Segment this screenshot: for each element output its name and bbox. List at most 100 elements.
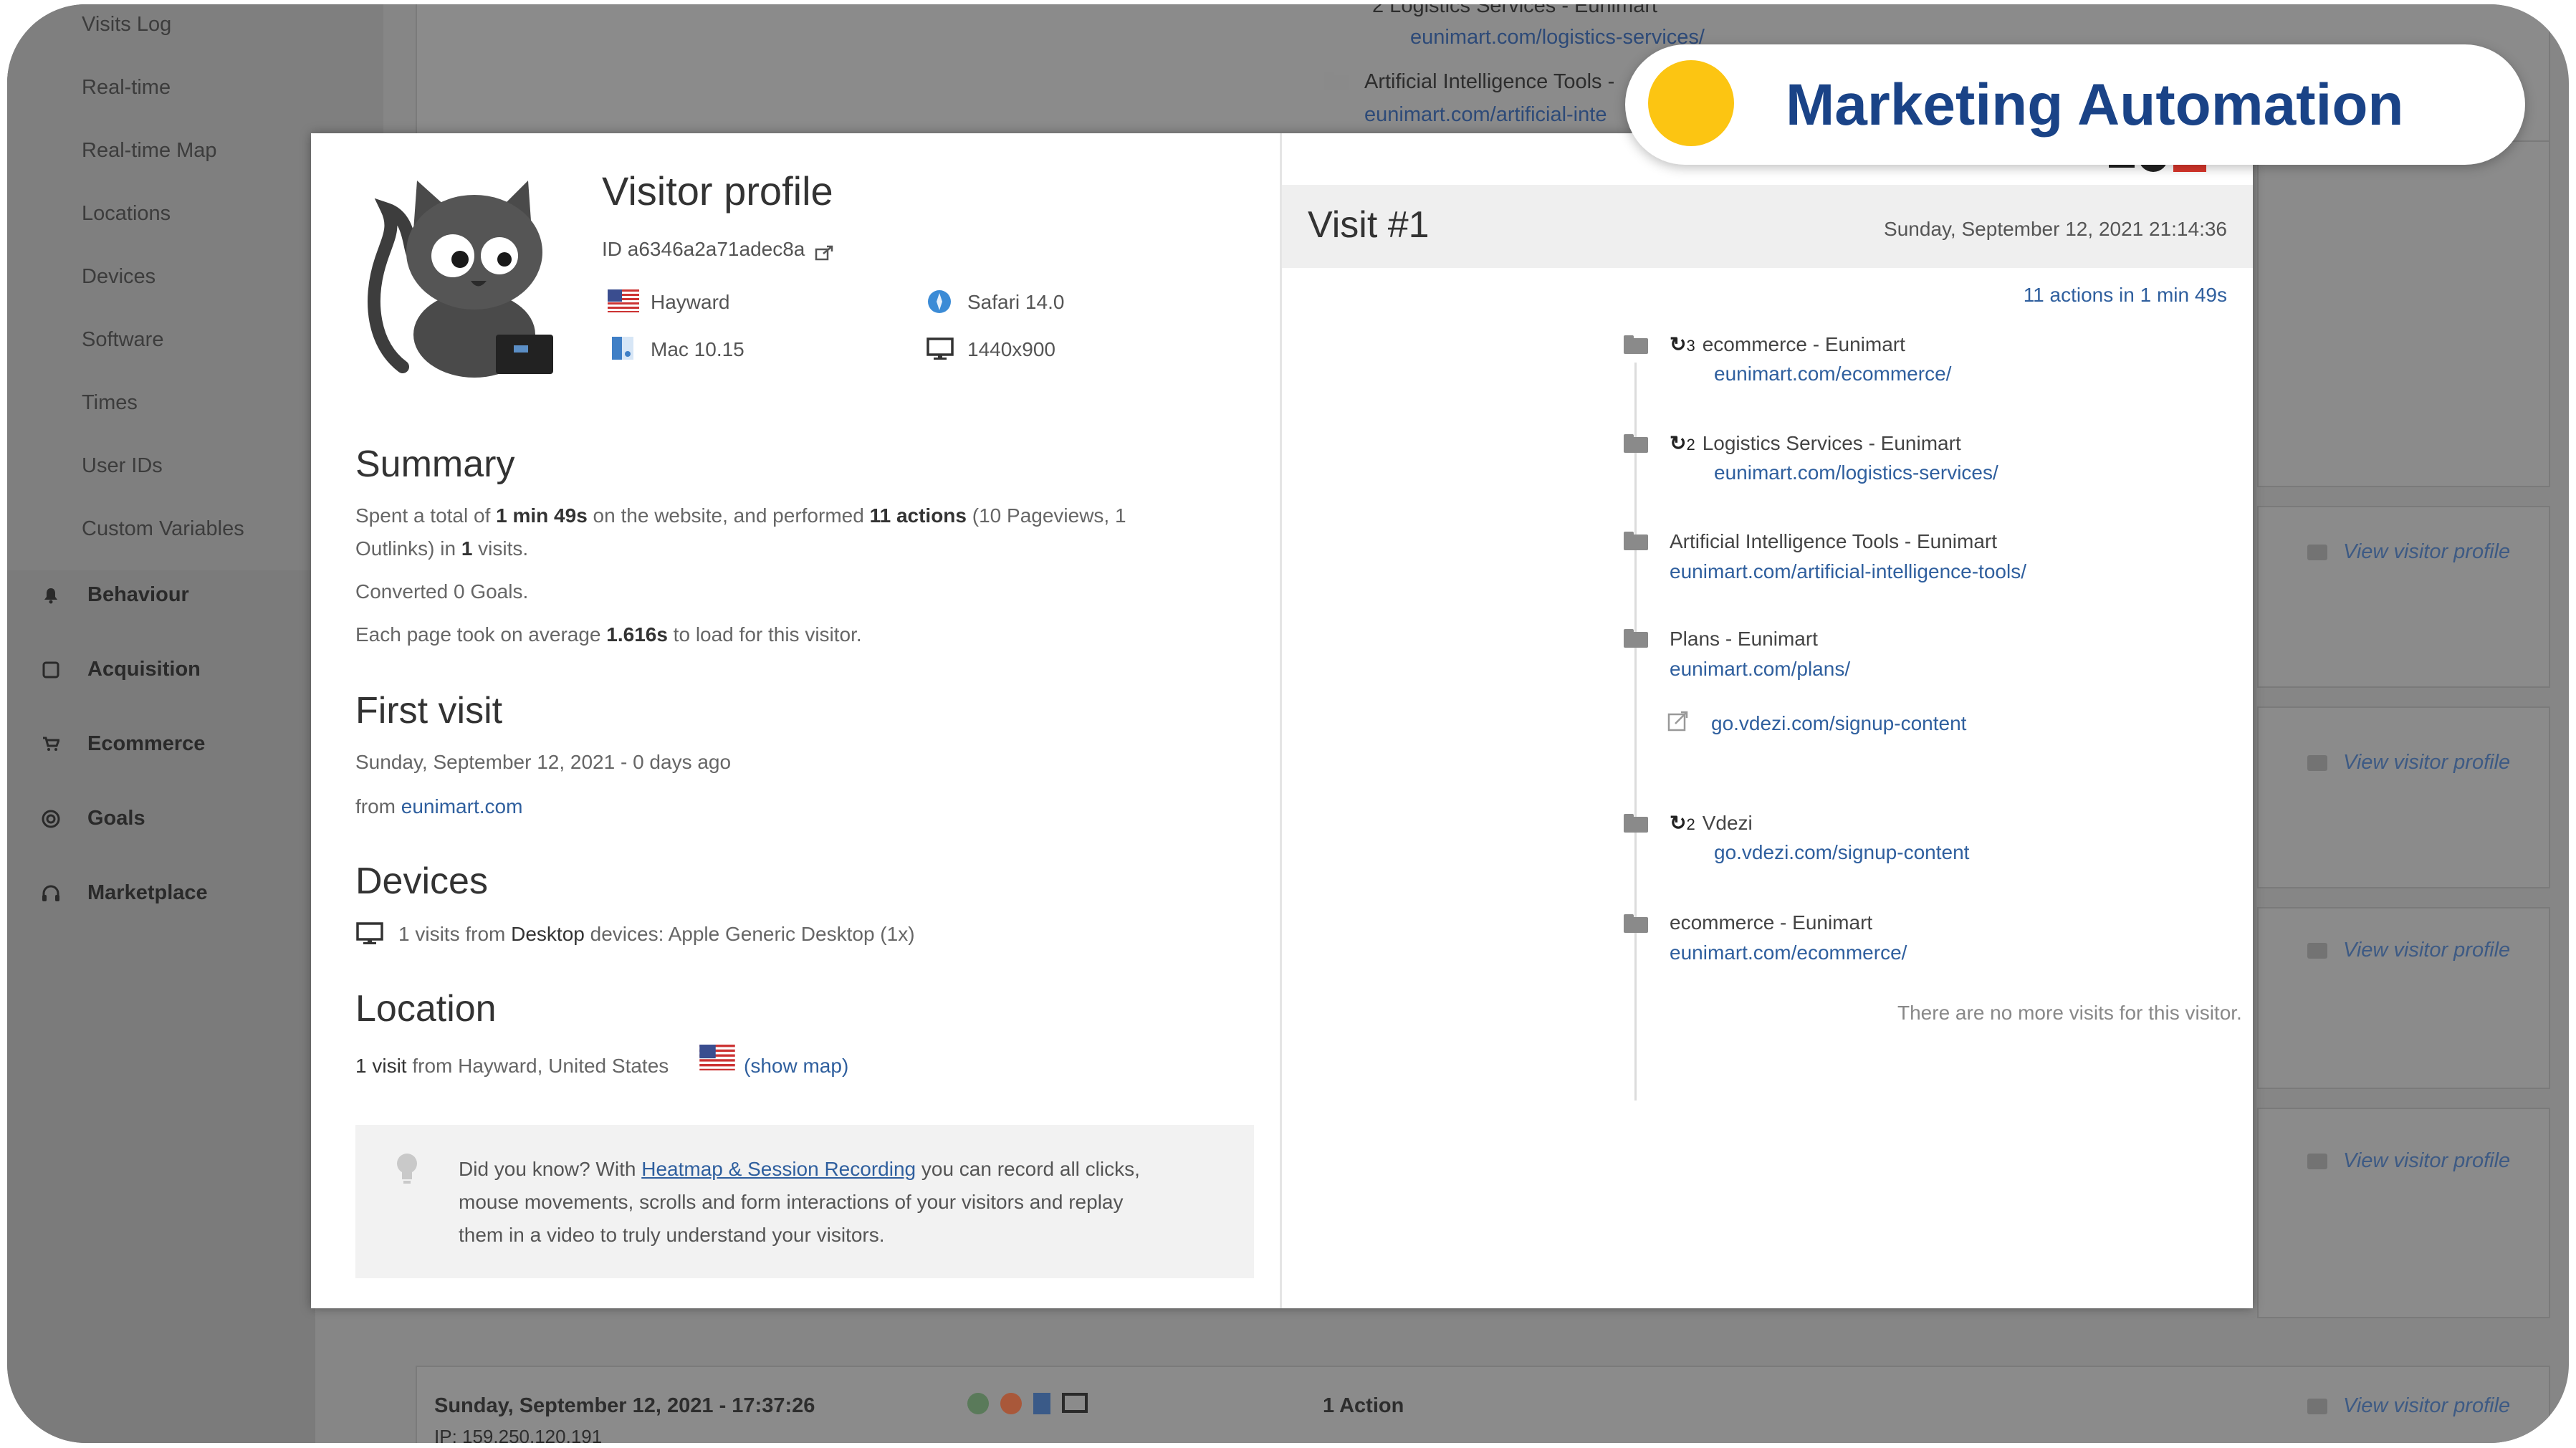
- target-icon: [42, 810, 60, 828]
- device-icon: [1033, 1393, 1050, 1414]
- bell-icon: [42, 586, 60, 605]
- view-visitor-profile-link[interactable]: View visitor profile: [2307, 751, 2510, 775]
- first-visit-date: Sunday, September 12, 2021 - 0 days ago: [355, 751, 731, 774]
- link-label: View visitor profile: [2343, 540, 2511, 563]
- action-count: 2: [1686, 815, 1695, 833]
- action-url-2[interactable]: eunimart.com/logistics-services/: [1714, 461, 1998, 484]
- browser-icon: [1000, 1393, 1022, 1414]
- sidebar-item-acquisition[interactable]: Acquisition: [42, 658, 201, 681]
- referrer-link[interactable]: eunimart.com: [401, 795, 523, 818]
- profile-os: Mac 10.15: [651, 338, 744, 360]
- tip-line-3: them in a video to truly understand your…: [459, 1224, 885, 1246]
- sidebar-item-ecommerce[interactable]: Ecommerce: [42, 732, 205, 756]
- sidebar-item-custom-variables[interactable]: Custom Variables: [82, 517, 244, 541]
- profile-icon: [2307, 544, 2327, 560]
- total-actions: 11 actions: [869, 504, 967, 527]
- profile-icon: [2307, 942, 2327, 959]
- sidebar-item-locations[interactable]: Locations: [82, 202, 171, 226]
- action-url-3[interactable]: eunimart.com/artificial-intelligence-too…: [1670, 560, 2026, 583]
- outlink-icon: [1667, 709, 1690, 732]
- sidebar-item-devices[interactable]: Devices: [82, 265, 155, 289]
- text: you can record all clicks,: [916, 1158, 1140, 1180]
- bg-visit-row: [2257, 706, 2550, 888]
- bg-action-url[interactable]: eunimart.com/logistics-services/: [1410, 26, 1705, 49]
- text: Spent a total of: [355, 504, 497, 527]
- sidebar-item-behaviour[interactable]: Behaviour: [42, 583, 189, 607]
- visit-count: 1: [461, 537, 473, 560]
- export-icon[interactable]: [815, 243, 833, 260]
- action-title-5[interactable]: ↻2 Vdezi: [1670, 811, 1753, 835]
- profile-icon: [2307, 754, 2327, 771]
- profile-icon: [2307, 1153, 2327, 1169]
- folder-icon: [1624, 629, 1648, 648]
- tip-line-1: Did you know? With Heatmap & Session Rec…: [459, 1158, 1140, 1181]
- text: - 0 days ago: [615, 751, 732, 773]
- view-visitor-profile-link[interactable]: View visitor profile: [2307, 540, 2510, 564]
- sidebar-item-visits-log[interactable]: Visits Log: [82, 13, 171, 37]
- bg-action-url[interactable]: eunimart.com/artificial-inte: [1364, 103, 1607, 127]
- visit-actions-summary[interactable]: 11 actions in 1 min 49s: [2024, 284, 2227, 307]
- total-time: 1 min 49s: [496, 504, 588, 527]
- sidebar-item-marketplace[interactable]: Marketplace: [42, 881, 208, 905]
- view-visitor-profile-link[interactable]: View visitor profile: [2307, 1149, 2510, 1173]
- text: 1 visits from: [398, 923, 512, 945]
- bg-visit-row: [2257, 140, 2550, 487]
- action-title-4[interactable]: Plans - Eunimart: [1670, 628, 1818, 651]
- folder-icon: [1624, 335, 1648, 354]
- device-type: Desktop: [511, 923, 585, 945]
- bg-visit-row: [2257, 506, 2550, 688]
- action-title-2[interactable]: ↻2 Logistics Services - Eunimart: [1670, 431, 1961, 455]
- action-title-text: Logistics Services - Eunimart: [1702, 432, 1961, 454]
- heatmap-link[interactable]: Heatmap & Session Recording: [641, 1158, 916, 1180]
- view-visitor-profile-link[interactable]: View visitor profile: [2307, 939, 2510, 962]
- avg-load-time: Each page took on average 1.616s to load…: [355, 623, 862, 646]
- action-title-6[interactable]: ecommerce - Eunimart: [1670, 911, 1872, 934]
- bg-action-title: Artificial Intelligence Tools -: [1364, 70, 1615, 93]
- sidebar-item-software[interactable]: Software: [82, 328, 163, 352]
- sidebar-item-real-time-map[interactable]: Real-time Map: [82, 139, 217, 163]
- bg-visit-actions: 1 Action: [1323, 1394, 1404, 1417]
- visit-title: Visit #1: [1308, 204, 1430, 246]
- us-flag-icon: [608, 289, 639, 312]
- location-heading: Location: [355, 988, 497, 1030]
- action-title-text: ecommerce - Eunimart: [1702, 333, 1905, 355]
- text: from Hayward, United States: [406, 1055, 669, 1077]
- sidebar-item-real-time[interactable]: Real-time: [82, 76, 171, 100]
- marketing-automation-badge: Marketing Automation: [1625, 44, 2525, 165]
- reload-icon: ↻: [1670, 432, 1687, 454]
- desktop-icon: [1062, 1393, 1088, 1413]
- bg-visit-row: [2257, 907, 2550, 1089]
- action-url-1[interactable]: eunimart.com/ecommerce/: [1714, 363, 1951, 385]
- visit-datetime: Sunday, September 12, 2021 21:14:36: [1884, 218, 2227, 240]
- show-map-link[interactable]: (show map): [744, 1055, 848, 1078]
- bg-visit-icons: [967, 1393, 1088, 1414]
- profile-city: Hayward: [651, 291, 730, 313]
- reload-icon: ↻: [1670, 333, 1687, 355]
- converted-goals: Converted 0 Goals.: [355, 580, 529, 603]
- sidebar-item-user-ids[interactable]: User IDs: [82, 454, 163, 478]
- visitor-id-text: ID a6346a2a71adec8a: [602, 238, 805, 260]
- profile-browser: Safari 14.0: [967, 291, 1065, 313]
- action-title-3[interactable]: Artificial Intelligence Tools - Eunimart: [1670, 530, 1997, 553]
- bg-action-title: 2 Logistics Services - Eunimart: [1372, 4, 1658, 17]
- action-title-1[interactable]: ↻3 ecommerce - Eunimart: [1670, 332, 1905, 356]
- sidebar-item-times[interactable]: Times: [82, 391, 138, 415]
- lightbulb-icon: [393, 1151, 421, 1186]
- cart-icon: [42, 735, 60, 754]
- os-icon: [967, 1393, 989, 1414]
- action-url-5[interactable]: go.vdezi.com/signup-content: [1714, 841, 1969, 864]
- square-icon: [42, 661, 60, 679]
- text: Did you know? With: [459, 1158, 642, 1180]
- text: visits.: [472, 537, 529, 560]
- tip-line-2: mouse movements, scrolls and form intera…: [459, 1191, 1124, 1213]
- action-url-6[interactable]: eunimart.com/ecommerce/: [1670, 941, 1907, 964]
- sidebar-item-goals[interactable]: Goals: [42, 807, 145, 830]
- view-visitor-profile-link[interactable]: View visitor profile: [2307, 1394, 2510, 1418]
- safari-icon: [927, 289, 952, 314]
- bg-visit-ip: IP: 159.250.120.191: [434, 1426, 603, 1443]
- location-text: 1 visit from Hayward, United States: [355, 1055, 669, 1078]
- link-label: View visitor profile: [2343, 939, 2511, 962]
- outlink-url[interactable]: go.vdezi.com/signup-content: [1711, 712, 1966, 735]
- action-url-4[interactable]: eunimart.com/plans/: [1670, 658, 1850, 681]
- summary-heading: Summary: [355, 443, 515, 485]
